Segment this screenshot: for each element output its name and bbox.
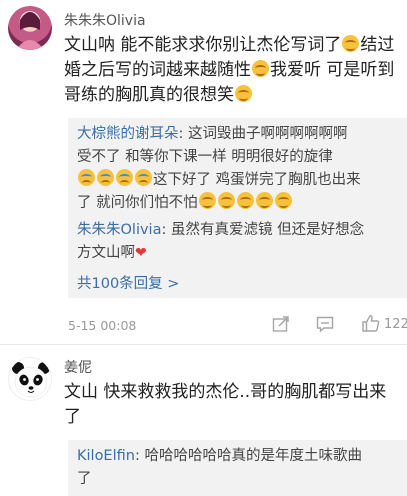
reply-line: 了 就问你们怕不怕 <box>77 192 293 215</box>
reply-box[interactable]: KiloElfin: 哈哈哈哈哈哈真的是年度土味歌曲 了 <box>68 440 407 496</box>
grin-emoji-icon <box>255 192 273 209</box>
comment-text: 了 <box>64 407 81 427</box>
grin-emoji-icon <box>236 192 254 209</box>
reply-line: 朱朱朱Olivia: 虽然有真爱滤镜 但还是好想念 <box>77 219 364 242</box>
reply-line: 这下好了 鸡蛋饼完了胸肌也出来 <box>77 169 361 192</box>
comment-username[interactable]: 姜伲 <box>64 357 92 377</box>
reply-text: : 这词毁曲子啊啊啊啊啊啊 <box>178 126 348 142</box>
reply-text: 了 就问你们怕不怕 <box>77 195 198 211</box>
reply-text: 这下好了 鸡蛋饼完了胸肌也出来 <box>153 172 361 188</box>
like-icon[interactable] <box>361 313 381 333</box>
reply-line: 方文山啊❤ <box>77 242 147 265</box>
comment-text-line: 文山呐 能不能求求你别让杰伦写词了 <box>64 35 342 55</box>
more-replies-link[interactable]: 共100条回复 > <box>77 272 179 293</box>
reply-username[interactable]: 朱朱朱Olivia <box>77 222 161 238</box>
avatar[interactable] <box>8 6 52 50</box>
comment-timestamp: 5-15 00:08 <box>68 318 137 333</box>
reply-text: : 哈哈哈哈哈哈真的是年度土味歌曲 <box>134 448 362 464</box>
avatar[interactable] <box>8 357 52 401</box>
grin-emoji-icon <box>235 85 252 102</box>
comment-text-line: 哥练的胸肌真的很想笑 <box>64 85 234 105</box>
reply-text: 方文山啊 <box>77 245 135 261</box>
reply-line: 了 <box>77 471 92 487</box>
panda-avatar-image <box>12 362 50 398</box>
grin-emoji-icon <box>342 35 360 52</box>
reply-box[interactable]: 大棕熊的谢耳朵: 这词毁曲子啊啊啊啊啊啊 受不了 和等你下课一样 明明很好的旋律… <box>68 118 407 298</box>
comment-text-line: 结过 <box>360 35 395 55</box>
comment-text: 文山呐 能不能求求你别让杰伦写词了 结过 <box>64 34 394 57</box>
cry-emoji-icon <box>97 169 114 186</box>
cry-emoji-icon <box>116 169 133 186</box>
reply-text: : 虽然有真爱滤镜 但还是好想念 <box>161 222 365 238</box>
reply-username[interactable]: 大棕熊的谢耳朵 <box>77 126 179 142</box>
like-count: 122 <box>384 317 407 332</box>
comment-icon[interactable] <box>315 314 335 334</box>
cry-emoji-icon <box>78 169 95 186</box>
comment-text-line: 我爱听 可是听到 <box>270 60 395 80</box>
reply-line: KiloElfin: 哈哈哈哈哈哈真的是年度土味歌曲 <box>77 445 362 468</box>
reply-line: 大棕熊的谢耳朵: 这词毁曲子啊啊啊啊啊啊 <box>77 123 348 146</box>
reply-username[interactable]: KiloElfin <box>77 448 135 464</box>
share-icon[interactable] <box>271 314 291 334</box>
grin-emoji-icon <box>217 192 235 209</box>
comment-text-line: 婚之后写的词越来越随性 <box>64 60 251 80</box>
comment-username[interactable]: 朱朱朱Olivia <box>64 10 146 30</box>
heart-icon: ❤ <box>135 245 147 261</box>
comment-text: 文山 快来救救我的杰伦..哥的胸肌都写出来 <box>64 382 387 402</box>
reply-line: 受不了 和等你下课一样 明明很好的旋律 <box>77 149 333 165</box>
avatar-image <box>16 12 44 50</box>
comment-item: 姜伲 文山 快来救救我的杰伦..哥的胸肌都写出来 了 KiloElfin: 哈哈… <box>0 345 407 496</box>
grin-emoji-icon <box>274 192 292 209</box>
comment-text: 婚之后写的词越来越随性 我爱听 可是听到 <box>64 59 394 82</box>
comment-item: 朱朱朱Olivia 文山呐 能不能求求你别让杰伦写词了 结过 婚之后写的词越来越随… <box>0 0 407 345</box>
grin-emoji-icon <box>198 192 216 209</box>
cry-emoji-icon <box>135 169 152 186</box>
grin-emoji-icon <box>252 60 269 77</box>
comment-text: 哥练的胸肌真的很想笑 <box>64 84 253 107</box>
